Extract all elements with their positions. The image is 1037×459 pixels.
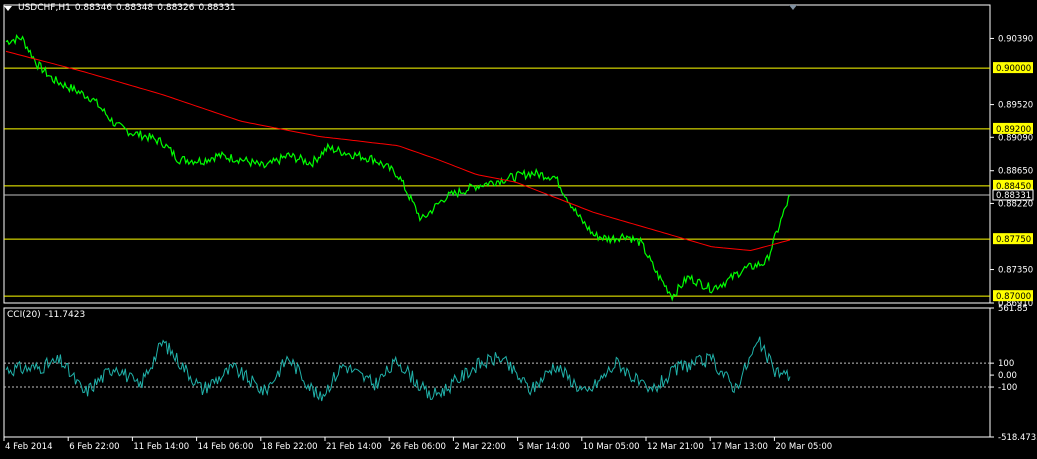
time-tick-label: 20 Mar 05:00	[775, 442, 832, 452]
cci-series-line	[5, 336, 791, 402]
time-tick-label: 18 Feb 22:00	[262, 442, 318, 452]
level-price-label: 0.90000	[996, 64, 1031, 74]
price-series-line	[5, 33, 791, 302]
time-tick-label: 14 Feb 06:00	[198, 442, 254, 452]
cci-panel-frame	[3, 307, 991, 438]
level-price-label: 0.87000	[996, 292, 1031, 302]
cci-tick-label: 561.85	[998, 304, 1028, 314]
level-price-label: 0.87750	[996, 235, 1031, 245]
time-tick-label: 17 Mar 13:00	[711, 442, 768, 452]
time-tick-label: 26 Feb 06:00	[390, 442, 446, 452]
high-value: 0.88348	[116, 3, 154, 13]
price-tick-label: 0.89520	[998, 101, 1033, 111]
open-value: 0.88346	[74, 3, 113, 13]
price-header: USDCHF,H1 0.88346 0.88348 0.88326 0.8833…	[4, 3, 236, 13]
level-price-label: 0.89200	[996, 125, 1031, 135]
chart-window: 0.90390 0.89520 0.89090 0.88650 0.88220 0.873…	[0, 0, 1037, 455]
cci-tick-label: -518.4735	[998, 433, 1037, 443]
time-tick-label: 21 Feb 14:00	[326, 442, 382, 452]
price-panel-frame	[3, 4, 991, 304]
time-tick-label: 10 Mar 05:00	[583, 442, 640, 452]
time-tick-label: 5 Mar 14:00	[519, 442, 570, 452]
cci-tick-label: 0.00	[998, 371, 1017, 381]
price-tick-label: 0.90390	[998, 34, 1033, 44]
chart-shift-marker-icon[interactable]	[789, 5, 797, 10]
time-tick-label: 2 Mar 22:00	[454, 442, 505, 452]
time-tick-label: 12 Mar 21:00	[647, 442, 704, 452]
collapse-triangle-icon[interactable]	[4, 5, 12, 11]
cci-tick-label: -100	[998, 383, 1017, 393]
close-value: 0.88331	[198, 3, 236, 13]
time-tick-label: 4 Feb 2014	[5, 442, 53, 452]
current-price-label: 0.88331	[996, 191, 1031, 201]
time-tick-label: 11 Feb 14:00	[133, 442, 189, 452]
moving-average-line	[5, 50, 791, 252]
time-tick-label: 6 Feb 22:00	[69, 442, 119, 452]
cci-header: CCI(20) -11.7423	[7, 310, 85, 320]
cci-tick-label: 100	[998, 359, 1014, 369]
price-tick-label: 0.88650	[998, 167, 1033, 177]
price-tick-label: 0.87350	[998, 266, 1033, 276]
symbol-label: USDCHF,H1	[18, 3, 71, 13]
cci-value-label: -11.7423	[44, 310, 86, 320]
low-value: 0.88326	[157, 3, 195, 13]
cci-name-label: CCI(20)	[7, 310, 41, 320]
chart-svg: 0.903900.895200.890900.886500.882200.873…	[3, 4, 1037, 452]
